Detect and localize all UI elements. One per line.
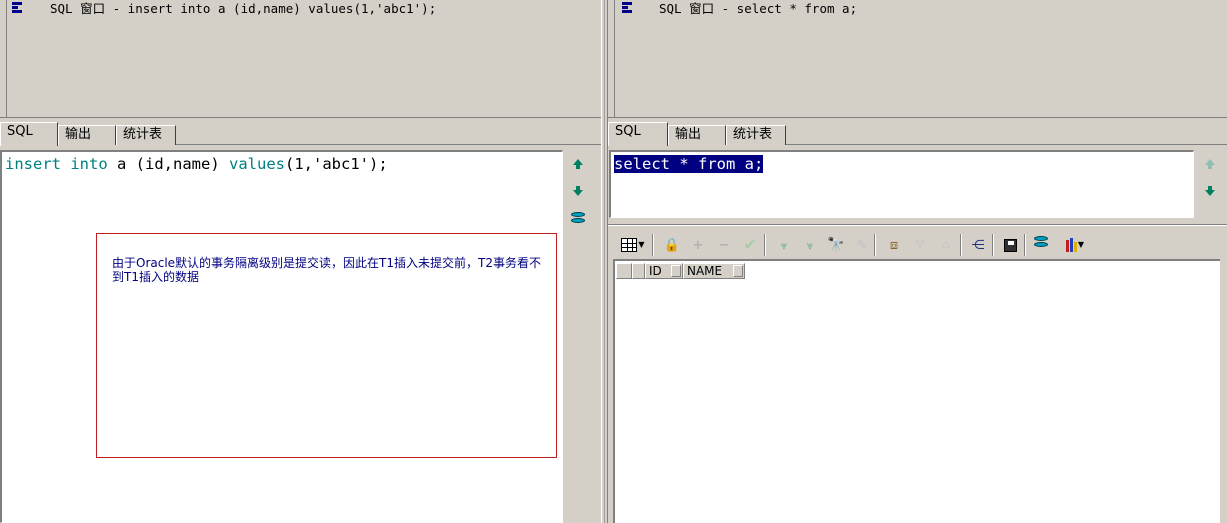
editor-side-toolbar bbox=[564, 150, 594, 523]
triangle-down-icon: ▽ bbox=[916, 239, 924, 250]
previous-page-button[interactable]: △ bbox=[936, 235, 956, 255]
clear-record-button[interactable]: ✎ bbox=[852, 235, 872, 255]
database-icon bbox=[1034, 236, 1050, 254]
grid-icon bbox=[621, 238, 638, 252]
sql-code-line: insert into a (id,name) values(1,'abc1')… bbox=[5, 154, 388, 174]
row-indicator-header bbox=[616, 263, 632, 279]
tab-statistics[interactable]: 统计表 bbox=[116, 125, 176, 145]
fetch-last-button[interactable]: ⩔ bbox=[800, 235, 820, 255]
arrow-down-icon bbox=[573, 190, 583, 196]
results-grid[interactable]: ID NAME bbox=[613, 259, 1220, 523]
move-down-button[interactable] bbox=[571, 186, 585, 200]
find-button[interactable]: 🔭 bbox=[826, 235, 846, 255]
toolbar-separator bbox=[652, 234, 654, 256]
floppy-disk-icon bbox=[1003, 238, 1017, 252]
eraser-icon: ✎ bbox=[856, 237, 868, 253]
results-toolbar: ▼ 🔒 + − ✔ ⩔ ⩔ 🔭 ✎ ⧈ ▽ △ ⋲ ▼ bbox=[612, 230, 1223, 258]
window-title: SQL 窗口 - insert into a (id,name) values(… bbox=[50, 1, 437, 16]
toolbar-separator bbox=[764, 234, 766, 256]
database-icon[interactable] bbox=[571, 212, 587, 230]
triangle-up-icon: △ bbox=[942, 239, 950, 250]
plus-icon: + bbox=[692, 237, 704, 253]
fetch-next-button[interactable]: ⩔ bbox=[774, 235, 794, 255]
window-title-bar[interactable]: SQL 窗口 - select * from a; bbox=[608, 0, 1227, 18]
code-fragment: (1,'abc1'); bbox=[285, 155, 388, 173]
chevron-down-icon: ▼ bbox=[1077, 240, 1085, 249]
keyword-into: into bbox=[70, 155, 108, 173]
sql-window-icon bbox=[622, 2, 632, 14]
editor-side-toolbar bbox=[1196, 150, 1226, 220]
window-title: SQL 窗口 - select * from a; bbox=[659, 1, 858, 16]
lock-button[interactable]: 🔒 bbox=[662, 235, 682, 255]
bar-chart-icon bbox=[1065, 238, 1077, 252]
keyword-insert: insert bbox=[5, 155, 61, 173]
move-up-button[interactable] bbox=[571, 159, 585, 173]
column-button[interactable] bbox=[671, 265, 681, 277]
post-changes-button[interactable]: ✔ bbox=[740, 235, 760, 255]
double-down-icon: ⩔ bbox=[780, 238, 788, 252]
toolbar-separator bbox=[874, 234, 876, 256]
chart-button[interactable]: ▼ bbox=[1058, 235, 1092, 255]
pane-splitter[interactable] bbox=[601, 0, 608, 523]
divider bbox=[608, 224, 1227, 226]
tab-sql[interactable]: SQL bbox=[608, 122, 668, 146]
keyword-values: values bbox=[229, 155, 285, 173]
delete-record-button[interactable]: − bbox=[714, 235, 734, 255]
window-header-area bbox=[608, 18, 1227, 118]
sql-editor[interactable]: select * from a; bbox=[609, 150, 1194, 218]
arrow-down-icon bbox=[1205, 190, 1215, 196]
column-header-name[interactable]: NAME bbox=[683, 263, 745, 279]
move-down-button[interactable] bbox=[1203, 186, 1217, 200]
export-button[interactable]: ⋲ bbox=[968, 235, 988, 255]
tree-export-icon: ⋲ bbox=[971, 237, 985, 253]
double-down-bar-icon: ⩔ bbox=[806, 238, 814, 252]
tab-output[interactable]: 输出 bbox=[668, 125, 726, 145]
column-header-id[interactable]: ID bbox=[645, 263, 683, 279]
tab-output[interactable]: 输出 bbox=[58, 125, 116, 145]
column-button[interactable] bbox=[733, 265, 743, 277]
window-header-area bbox=[0, 18, 601, 118]
sql-window-left: SQL 窗口 - insert into a (id,name) values(… bbox=[0, 0, 601, 523]
toolbar-separator bbox=[992, 234, 994, 256]
database-button[interactable] bbox=[1032, 235, 1052, 255]
editor-tabs: SQL 输出 统计表 bbox=[0, 121, 601, 146]
grid-view-button[interactable]: ▼ bbox=[617, 235, 649, 255]
lock-icon: 🔒 bbox=[663, 237, 681, 253]
box-icon: ⧈ bbox=[889, 237, 899, 253]
tab-statistics[interactable]: 统计表 bbox=[726, 125, 786, 145]
editor-tabs: SQL 输出 统计表 bbox=[608, 121, 1227, 146]
toolbar-separator bbox=[1024, 234, 1026, 256]
query-by-example-button[interactable]: ⧈ bbox=[884, 235, 904, 255]
chevron-down-icon: ▼ bbox=[638, 240, 645, 249]
sql-window-icon bbox=[12, 2, 22, 14]
tab-sql[interactable]: SQL bbox=[0, 122, 58, 146]
annotation-text: 由于Oracle默认的事务隔离级别是提交读，因此在T1插入未提交前，T2事务看不… bbox=[112, 256, 541, 284]
move-up-button[interactable] bbox=[1203, 159, 1217, 173]
code-fragment: a (id,name) bbox=[107, 155, 229, 173]
annotation-box: 由于Oracle默认的事务隔离级别是提交读，因此在T1插入未提交前，T2事务看不… bbox=[96, 233, 557, 458]
sql-code-line: select * from a; bbox=[614, 154, 764, 174]
binoculars-icon: 🔭 bbox=[827, 237, 845, 253]
grid-header: ID NAME bbox=[616, 263, 745, 279]
window-title-bar[interactable]: SQL 窗口 - insert into a (id,name) values(… bbox=[0, 0, 601, 18]
toolbar-separator bbox=[960, 234, 962, 256]
minus-icon: − bbox=[718, 237, 730, 253]
selected-sql-text: select * from a; bbox=[614, 155, 764, 173]
next-page-button[interactable]: ▽ bbox=[910, 235, 930, 255]
checkmark-icon: ✔ bbox=[743, 235, 757, 254]
save-button[interactable] bbox=[1000, 235, 1020, 255]
insert-record-button[interactable]: + bbox=[688, 235, 708, 255]
grid-header-spacer bbox=[632, 263, 645, 279]
